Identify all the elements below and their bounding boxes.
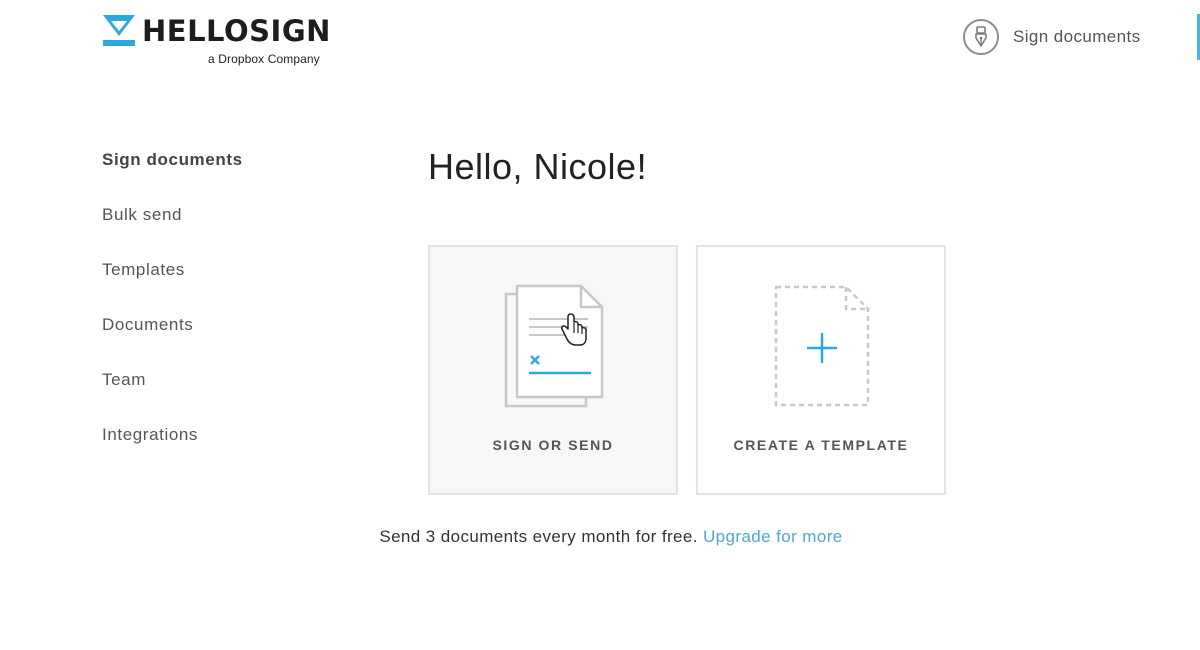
free-plan-note: Send 3 documents every month for free. U… <box>0 527 1200 547</box>
brand-name: HELLOSIGN <box>142 14 331 48</box>
sidebar-item-sign-documents[interactable]: Sign documents <box>102 148 243 203</box>
sidebar-item-integrations[interactable]: Integrations <box>102 423 243 478</box>
create-template-card[interactable]: CREATE A TEMPLATE <box>696 245 946 495</box>
app-page: HELLOSIGN a Dropbox Company Sign documen… <box>0 0 1200 650</box>
sign-document-icon <box>504 284 604 408</box>
add-template-icon <box>774 285 870 407</box>
sign-or-send-label: SIGN OR SEND <box>492 437 614 453</box>
sidebar-item-documents[interactable]: Documents <box>102 313 243 368</box>
sign-documents-header-link[interactable]: Sign documents <box>963 19 1141 55</box>
create-template-label: CREATE A TEMPLATE <box>733 437 909 453</box>
sidebar-item-templates[interactable]: Templates <box>102 258 243 313</box>
sidebar-nav: Sign documents Bulk send Templates Docum… <box>102 148 243 478</box>
free-plan-text: Send 3 documents every month for free. <box>379 527 698 546</box>
upgrade-link[interactable]: Upgrade for more <box>703 527 843 546</box>
sidebar-item-bulk-send[interactable]: Bulk send <box>102 203 243 258</box>
sidebar-item-team[interactable]: Team <box>102 368 243 423</box>
brand-tagline: a Dropbox Company <box>208 52 320 66</box>
pen-nib-icon <box>963 19 999 55</box>
hellosign-logo-mark-icon <box>103 15 135 46</box>
sign-documents-header-label: Sign documents <box>1013 27 1141 46</box>
page-title: Hello, Nicole! <box>428 146 648 187</box>
sign-or-send-card[interactable]: SIGN OR SEND <box>428 245 678 495</box>
hellosign-logo[interactable]: HELLOSIGN a Dropbox Company <box>102 14 342 70</box>
